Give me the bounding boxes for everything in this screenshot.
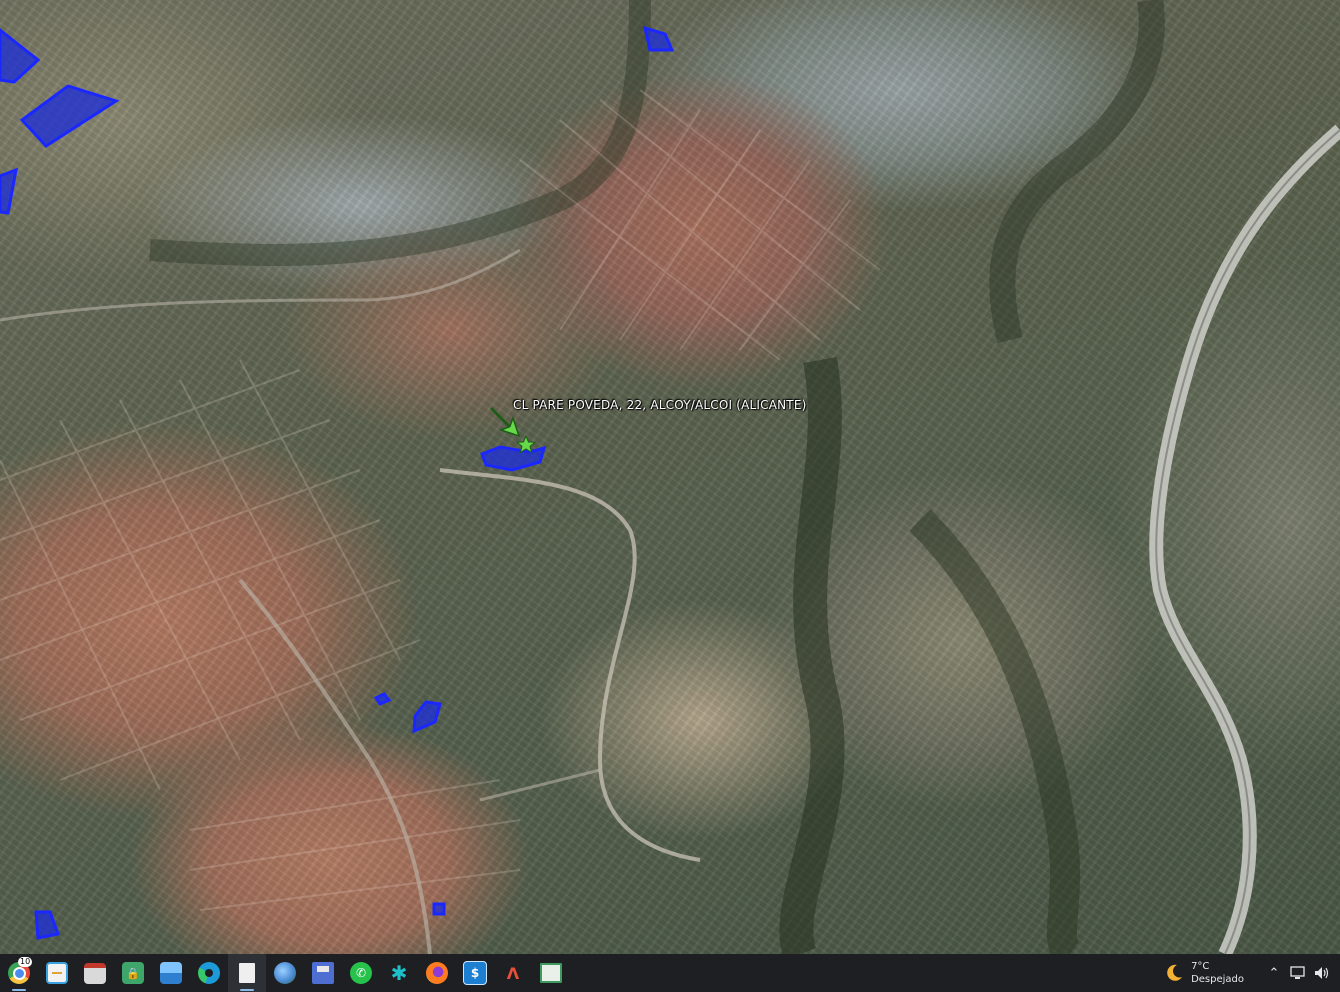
taskbar-notes[interactable] (38, 954, 76, 992)
lock-folder-icon: 🔒 (122, 962, 144, 984)
ravine-shadow (149, 0, 651, 266)
notes-icon (46, 962, 68, 984)
taskbar-chrome[interactable]: 10 (0, 954, 38, 992)
road (439, 468, 701, 862)
volume-icon[interactable] (1310, 954, 1334, 992)
taskbar-presentation[interactable] (532, 954, 570, 992)
dollar-icon: $ (463, 961, 487, 985)
presentation-icon (540, 963, 562, 983)
street-grid (0, 89, 881, 911)
taskbar-photos[interactable] (152, 954, 190, 992)
taskbar-whatsapp[interactable]: ✆ (342, 954, 380, 992)
parcel[interactable] (0, 28, 41, 84)
taskbar: 10 🔒 ✆ ✱ $ Λ 7°C Despejado ⌃ (0, 954, 1340, 992)
network-icon[interactable] (1286, 954, 1310, 992)
spiral-icon: ✱ (390, 961, 408, 985)
taskbar-google-earth[interactable] (266, 954, 304, 992)
taskbar-firefox[interactable] (418, 954, 456, 992)
taskbar-document[interactable] (228, 954, 266, 992)
parcel[interactable] (19, 84, 120, 148)
taskbar-spiral[interactable]: ✱ (380, 954, 418, 992)
system-tray: 7°C Despejado ⌃ (1163, 954, 1340, 992)
parcel[interactable] (0, 167, 18, 215)
window-icon (84, 962, 106, 984)
firefox-icon (426, 962, 448, 984)
road (479, 768, 601, 802)
taskbar-save[interactable] (304, 954, 342, 992)
satellite-map[interactable]: CL PARE POVEDA, 22, ALCOY/ALCOI (ALICANT… (0, 0, 1340, 954)
parcel[interactable] (642, 25, 675, 52)
arrow-app-icon: Λ (506, 963, 520, 983)
photos-icon (160, 962, 182, 984)
placemark-label: CL PARE POVEDA, 22, ALCOY/ALCOI (ALICANT… (513, 398, 807, 412)
taskbar-dollar-app[interactable]: $ (456, 954, 494, 992)
parcel[interactable] (34, 910, 61, 940)
taskbar-lock-folder[interactable]: 🔒 (114, 954, 152, 992)
document-icon (239, 963, 255, 983)
ravine-shadow (989, 0, 1165, 344)
chevron-up-icon[interactable]: ⌃ (1262, 954, 1286, 992)
floppy-icon (312, 962, 334, 984)
moon-icon (1167, 964, 1183, 981)
parcel-target[interactable] (480, 445, 547, 472)
map-overlay (0, 0, 1340, 954)
taskbar-edge[interactable] (190, 954, 228, 992)
parcel[interactable] (412, 700, 442, 734)
motorway (1149, 124, 1340, 954)
weather-condition: Despejado (1191, 974, 1244, 985)
placemark-arrow-icon[interactable] (489, 406, 521, 438)
parcel[interactable] (373, 692, 392, 706)
taskbar-window[interactable] (76, 954, 114, 992)
ravine-shadow (909, 509, 1081, 954)
weather-temperature: 7°C (1191, 961, 1210, 972)
chrome-badge: 10 (18, 957, 33, 967)
google-earth-icon (274, 962, 296, 984)
taskbar-arrow-app[interactable]: Λ (494, 954, 532, 992)
edge-icon (198, 962, 220, 984)
cadastral-parcels (0, 25, 675, 940)
ravine-shadow (779, 356, 845, 954)
weather-widget[interactable]: 7°C Despejado (1163, 960, 1244, 986)
road (238, 578, 432, 954)
parcel[interactable] (432, 902, 446, 916)
whatsapp-icon: ✆ (350, 962, 372, 984)
